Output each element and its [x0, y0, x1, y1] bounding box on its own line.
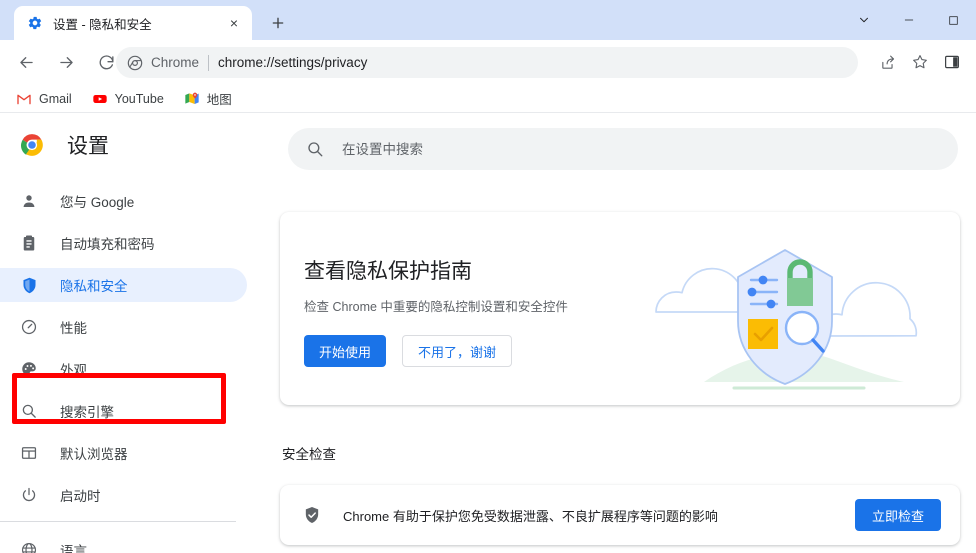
back-arrow-icon[interactable]: [10, 47, 42, 79]
globe-icon: [19, 540, 39, 553]
tab-search-chevron-icon[interactable]: [841, 0, 886, 40]
safety-check-description: Chrome 有助于保护您免受数据泄露、不良扩展程序等问题的影响: [343, 508, 718, 524]
address-bar[interactable]: Chrome chrome://settings/privacy: [116, 47, 858, 78]
minimize-icon[interactable]: [886, 0, 931, 40]
sidebar-item-on-startup[interactable]: 启动时: [0, 478, 247, 512]
tab-title: 设置 - 隐私和安全: [53, 17, 152, 32]
privacy-guide-card: 查看隐私保护指南 检查 Chrome 中重要的隐私控制设置和安全控件 开始使用 …: [280, 212, 960, 405]
maps-icon: [184, 91, 200, 107]
sidebar-item-label: 默认浏览器: [60, 447, 128, 462]
shield-icon: [19, 275, 39, 295]
clipboard-icon: [19, 233, 39, 253]
bookmark-label: 地图: [206, 93, 232, 107]
sidebar-item-label: 搜索引擎: [60, 405, 114, 420]
sidebar-item-label: 语言: [60, 544, 87, 553]
speedometer-icon: [19, 317, 39, 337]
close-icon[interactable]: ×: [226, 15, 242, 31]
title-bar: 设置 - 隐私和安全 ×: [0, 0, 976, 40]
sidebar-item-label: 隐私和安全: [60, 279, 128, 294]
settings-search[interactable]: [288, 128, 958, 170]
page-title: 设置: [67, 135, 109, 158]
sidebar-item-performance[interactable]: 性能: [0, 310, 247, 344]
gmail-icon: [16, 91, 32, 107]
check-now-button[interactable]: 立即检查: [854, 499, 941, 531]
bookmark-youtube[interactable]: YouTube: [86, 88, 170, 110]
browser-toolbar: Chrome chrome://settings/privacy: [0, 40, 976, 85]
privacy-guide-text: 查看隐私保护指南 检查 Chrome 中重要的隐私控制设置和安全控件 开始使用 …: [304, 255, 568, 367]
privacy-guide-subtitle: 检查 Chrome 中重要的隐私控制设置和安全控件: [304, 300, 568, 314]
browser-tab[interactable]: 设置 - 隐私和安全 ×: [14, 6, 252, 40]
sidebar-item-autofill[interactable]: 自动填充和密码: [0, 226, 247, 260]
bookmarks-bar: Gmail YouTube 地图: [0, 85, 976, 113]
palette-icon: [19, 359, 39, 379]
search-input[interactable]: [342, 129, 902, 169]
power-icon: [19, 485, 39, 505]
star-icon[interactable]: [904, 46, 936, 78]
sidebar-item-label: 自动填充和密码: [60, 237, 155, 252]
person-icon: [19, 191, 39, 211]
sidebar-item-label: 性能: [60, 321, 87, 336]
omnibox-url: chrome://settings/privacy: [218, 55, 368, 70]
shield-check-icon: [302, 505, 322, 525]
maximize-icon[interactable]: [931, 0, 976, 40]
search-icon: [306, 140, 324, 158]
sidebar-divider: [0, 521, 236, 522]
safety-check-card: Chrome 有助于保护您免受数据泄露、不良扩展程序等问题的影响 立即检查: [280, 485, 960, 545]
sidebar-item-label: 您与 Google: [60, 195, 135, 210]
get-started-button[interactable]: 开始使用: [304, 335, 387, 367]
settings-brand: 设置: [19, 130, 109, 160]
sidebar-item-search-engine[interactable]: 搜索引擎: [0, 394, 247, 428]
forward-arrow-icon[interactable]: [50, 47, 82, 79]
privacy-guide-actions: 开始使用 不用了，谢谢: [304, 335, 568, 367]
bookmark-gmail[interactable]: Gmail: [10, 88, 78, 110]
privacy-guide-title: 查看隐私保护指南: [304, 260, 472, 283]
settings-sidebar: 您与 Google 自动填充和密码 隐私和安全 性能 外观 搜索引擎 默认浏览器…: [0, 184, 260, 553]
bookmark-label: Gmail: [39, 91, 72, 106]
window-controls: [841, 0, 976, 40]
side-panel-icon[interactable]: [936, 46, 968, 78]
privacy-shield-illustration: [634, 212, 954, 405]
bookmark-maps[interactable]: 地图: [178, 88, 238, 110]
sidebar-item-label: 外观: [60, 363, 87, 378]
settings-content: 查看隐私保护指南 检查 Chrome 中重要的隐私控制设置和安全控件 开始使用 …: [280, 212, 960, 545]
omnibox-separator: [208, 54, 210, 71]
sidebar-item-appearance[interactable]: 外观: [0, 352, 247, 386]
share-icon[interactable]: [872, 46, 904, 78]
sidebar-item-privacy-and-security[interactable]: 隐私和安全: [0, 268, 247, 302]
chrome-logo-icon: [19, 132, 45, 158]
chrome-logo-icon: [127, 55, 143, 71]
sidebar-item-languages[interactable]: 语言: [0, 533, 247, 553]
sidebar-item-label: 启动时: [60, 489, 101, 504]
omnibox-chrome-label: Chrome: [151, 55, 200, 70]
gear-icon: [27, 15, 43, 31]
browser-window-icon: [19, 443, 39, 463]
youtube-icon: [92, 91, 108, 107]
sidebar-item-you-and-google[interactable]: 您与 Google: [0, 184, 247, 218]
toolbar-actions: [872, 46, 968, 78]
settings-page: 设置 您与 Google: [0, 114, 976, 553]
new-tab-button[interactable]: [264, 9, 292, 37]
sidebar-item-default-browser[interactable]: 默认浏览器: [0, 436, 247, 470]
magnifier-icon: [19, 401, 39, 421]
safety-check-heading: 安全检查: [282, 447, 336, 462]
no-thanks-button[interactable]: 不用了，谢谢: [402, 335, 513, 367]
bookmark-label: YouTube: [114, 91, 164, 106]
